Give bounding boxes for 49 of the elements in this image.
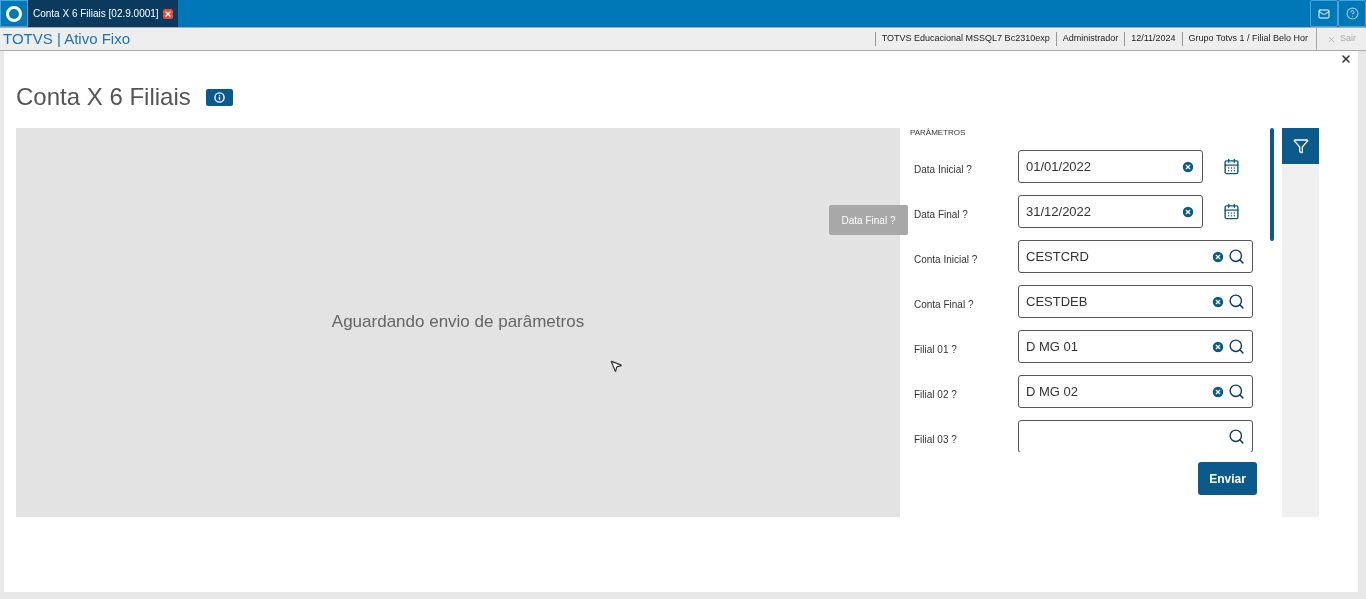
input-field[interactable]: 31/12/2022 [1018,195,1203,228]
field-label: Conta Final ? [913,298,975,312]
send-button[interactable]: Enviar [1198,462,1257,495]
search-icon[interactable] [1228,428,1245,445]
mail-button[interactable] [1310,0,1338,27]
page-title: Conta X 6 Filiais [16,82,191,112]
filter-icon [1292,138,1309,154]
filter-button[interactable] [1282,128,1319,164]
info-button[interactable] [205,88,233,106]
waiting-message: Aguardando envio de parâmetros [331,310,585,333]
field-label: Conta Inicial ? [913,253,979,267]
close-icon[interactable] [162,8,173,19]
field-label: Filial 02 ? [913,388,958,402]
header-info: TOTVS Educacional MSSQL7 Bc2310exp [874,32,1056,46]
field-label: Data Final ? [913,208,969,222]
scrollbar[interactable] [1270,128,1274,241]
search-icon[interactable] [1228,293,1245,310]
section-title: PARÂMETROS [910,127,967,137]
mail-icon [1318,7,1330,20]
tooltip: Data Final ? [829,205,908,235]
input-field[interactable]: 01/01/2022 [1018,150,1203,183]
search-icon[interactable] [1228,383,1245,400]
input-field[interactable]: CESTCRD [1018,240,1253,273]
clear-icon[interactable] [1181,159,1195,174]
info-icon [213,91,225,103]
field-label: Filial 01 ? [913,343,958,357]
input-field[interactable]: D MG 01 [1018,330,1253,363]
clear-icon[interactable] [1211,339,1225,354]
field-label: Filial 03 ? [913,433,958,447]
search-icon[interactable] [1228,338,1245,355]
help-icon [1345,7,1359,20]
app-title: TOTVS | Ativo Fixo [3,28,130,49]
header-info: Administrador [1055,32,1125,46]
calendar-icon[interactable] [1223,158,1240,175]
header-info: 12/11/2024 [1124,32,1182,46]
header-info: Grupo Totvs 1 / Filial Belo Hor [1181,32,1314,46]
close-icon [1327,34,1336,44]
field-label: Data Inicial ? [913,163,973,177]
tab[interactable]: Conta X 6 Filiais [02.9.0001] [28,0,178,27]
clear-icon[interactable] [1181,204,1195,219]
clear-icon[interactable] [1211,384,1225,399]
input-field[interactable]: CESTDEB [1018,285,1253,318]
clear-icon[interactable] [1211,294,1225,309]
search-icon[interactable] [1228,248,1245,265]
input-field[interactable] [1018,420,1253,452]
clear-icon[interactable] [1211,249,1225,264]
close-icon[interactable] [1340,53,1352,65]
calendar-icon[interactable] [1223,203,1240,220]
input-field[interactable]: D MG 02 [1018,375,1253,408]
